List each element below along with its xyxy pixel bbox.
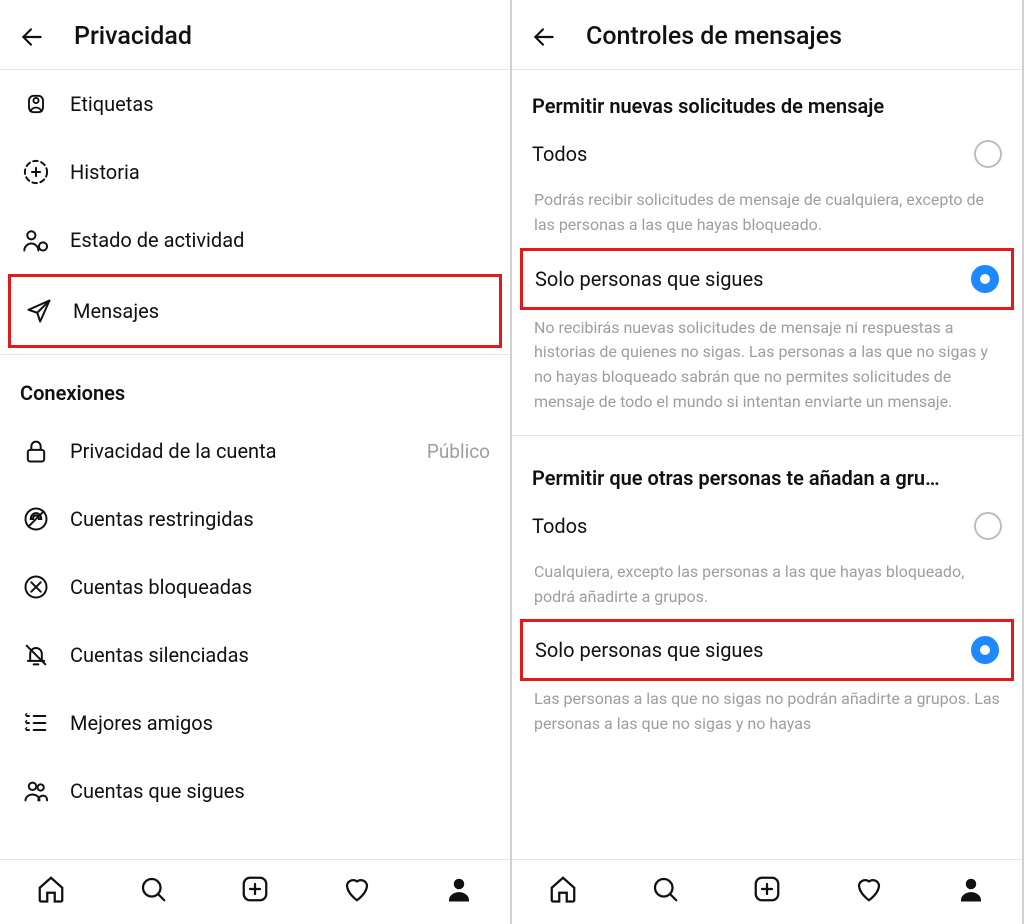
- radio-unchecked[interactable]: [974, 140, 1002, 168]
- item-label: Cuentas restringidas: [70, 507, 490, 531]
- nav-profile[interactable]: [954, 872, 988, 906]
- nav-home[interactable]: [546, 872, 580, 906]
- section-connections: Conexiones: [0, 361, 510, 417]
- story-icon: [20, 156, 52, 188]
- item-label: Estado de actividad: [70, 228, 490, 252]
- item-label: Cuentas silenciadas: [70, 643, 490, 667]
- option-description: Las personas a las que no sigas no podrá…: [512, 681, 1022, 747]
- back-button[interactable]: [18, 23, 46, 51]
- option-description: Podrás recibir solicitudes de mensaje de…: [512, 182, 1022, 248]
- restricted-icon: [20, 503, 52, 535]
- highlight-messages: Mensajes: [8, 274, 502, 348]
- activity-icon: [20, 224, 52, 256]
- option-label: Todos: [532, 142, 974, 166]
- item-following[interactable]: Cuentas que sigues: [0, 757, 510, 825]
- item-tags[interactable]: Etiquetas: [0, 70, 510, 138]
- item-label: Cuentas bloqueadas: [70, 575, 490, 599]
- arrow-left-icon: [531, 24, 557, 50]
- option-only-following-groups[interactable]: Solo personas que sigues: [523, 622, 1011, 678]
- option-everyone-groups[interactable]: Todos: [512, 498, 1022, 554]
- nav-home[interactable]: [34, 872, 68, 906]
- item-blocked[interactable]: Cuentas bloqueadas: [0, 553, 510, 621]
- messages-icon: [23, 295, 55, 327]
- option-label: Solo personas que sigues: [535, 638, 971, 662]
- item-messages[interactable]: Mensajes: [11, 277, 499, 345]
- item-muted[interactable]: Cuentas silenciadas: [0, 621, 510, 689]
- option-label: Todos: [532, 514, 974, 538]
- option-everyone-requests[interactable]: Todos: [512, 126, 1022, 182]
- muted-icon: [20, 639, 52, 671]
- page-title: Controles de mensajes: [586, 22, 842, 51]
- page-title: Privacidad: [74, 22, 192, 51]
- nav-profile[interactable]: [442, 872, 476, 906]
- options-list: Permitir nuevas solicitudes de mensaje T…: [512, 70, 1022, 859]
- option-label: Solo personas que sigues: [535, 267, 971, 291]
- following-icon: [20, 775, 52, 807]
- divider: [0, 354, 510, 355]
- nav-create[interactable]: [750, 872, 784, 906]
- item-label: Mensajes: [73, 299, 479, 323]
- item-label: Cuentas que sigues: [70, 779, 490, 803]
- bottom-nav: [512, 859, 1022, 924]
- nav-create[interactable]: [238, 872, 272, 906]
- item-label: Historia: [70, 160, 490, 184]
- nav-activity[interactable]: [852, 872, 886, 906]
- radio-checked[interactable]: [971, 636, 999, 664]
- lock-icon: [20, 435, 52, 467]
- privacy-screen: Privacidad Etiquetas Historia Estado de …: [0, 0, 512, 924]
- item-activity-status[interactable]: Estado de actividad: [0, 206, 510, 274]
- item-label: Etiquetas: [70, 92, 490, 116]
- option-only-following-requests[interactable]: Solo personas que sigues: [523, 251, 1011, 307]
- section-head-groups: Permitir que otras personas te añadan a …: [512, 442, 1022, 498]
- item-restricted[interactable]: Cuentas restringidas: [0, 485, 510, 553]
- radio-checked[interactable]: [971, 265, 999, 293]
- option-description: Cualquiera, excepto las personas a las q…: [512, 554, 1022, 620]
- item-account-privacy[interactable]: Privacidad de la cuenta Público: [0, 417, 510, 485]
- tags-icon: [20, 88, 52, 120]
- highlight-only-following-requests: Solo personas que sigues: [520, 248, 1014, 310]
- header: Controles de mensajes: [512, 0, 1022, 70]
- option-description: No recibirás nuevas solicitudes de mensa…: [512, 310, 1022, 425]
- back-button[interactable]: [530, 23, 558, 51]
- nav-search[interactable]: [648, 872, 682, 906]
- nav-activity[interactable]: [340, 872, 374, 906]
- highlight-only-following-groups: Solo personas que sigues: [520, 619, 1014, 681]
- header: Privacidad: [0, 0, 510, 70]
- blocked-icon: [20, 571, 52, 603]
- bottom-nav: [0, 859, 510, 924]
- item-meta: Público: [427, 440, 490, 463]
- item-label: Mejores amigos: [70, 711, 490, 735]
- item-label: Privacidad de la cuenta: [70, 439, 427, 463]
- nav-search[interactable]: [136, 872, 170, 906]
- section-head-requests: Permitir nuevas solicitudes de mensaje: [512, 70, 1022, 126]
- item-close-friends[interactable]: Mejores amigos: [0, 689, 510, 757]
- settings-list: Etiquetas Historia Estado de actividad M…: [0, 70, 510, 859]
- divider: [512, 435, 1022, 436]
- message-controls-screen: Controles de mensajes Permitir nuevas so…: [512, 0, 1024, 924]
- radio-unchecked[interactable]: [974, 512, 1002, 540]
- close-friends-icon: [20, 707, 52, 739]
- item-story[interactable]: Historia: [0, 138, 510, 206]
- arrow-left-icon: [19, 24, 45, 50]
